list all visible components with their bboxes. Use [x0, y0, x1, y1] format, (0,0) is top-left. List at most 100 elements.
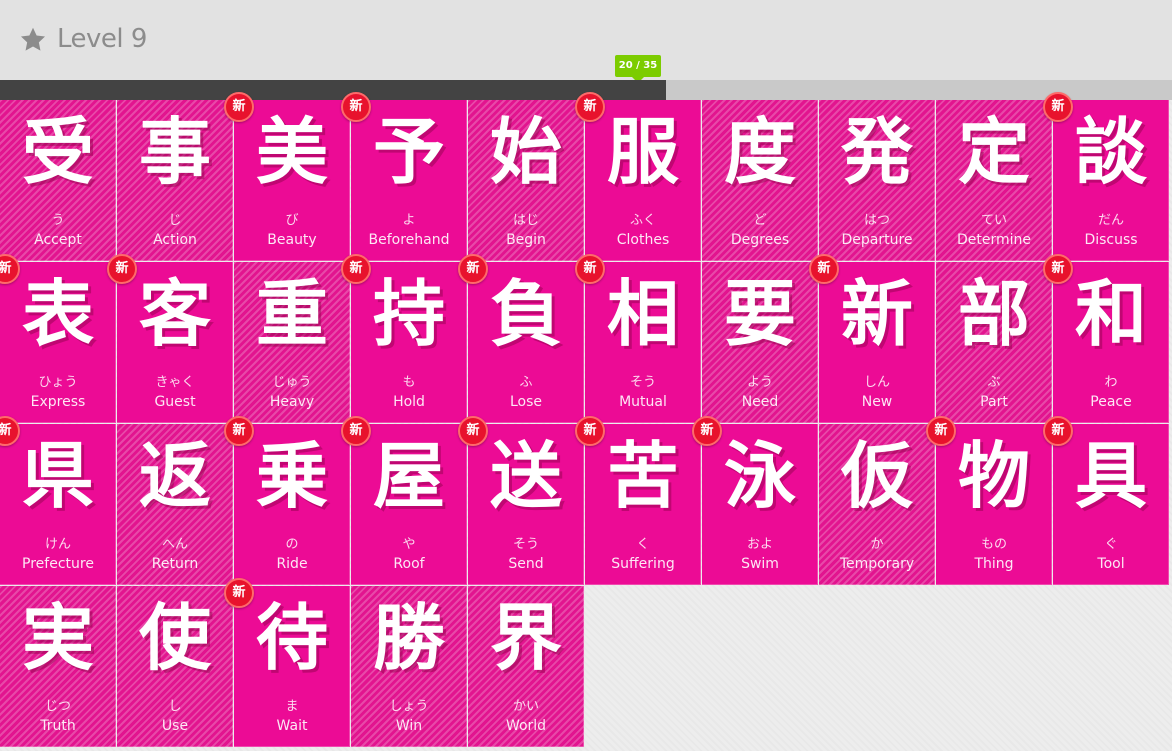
new-badge: 新	[224, 578, 254, 608]
kanji-meaning: Use	[161, 718, 189, 734]
kanji-tile[interactable]: 実じつ Truth	[0, 586, 116, 747]
new-badge: 新	[458, 254, 488, 284]
kanji-tile[interactable]: 服ふく Clothes 新	[575, 92, 701, 261]
kanji-meaning: Beforehand	[368, 232, 450, 248]
kanji-tile[interactable]: 新しん New 新	[809, 254, 935, 423]
kanji-character: 苦	[606, 434, 679, 518]
kanji-meaning: Begin	[506, 232, 546, 248]
kanji-tile[interactable]: 県けん Prefecture 新	[0, 416, 116, 585]
kanji-tile[interactable]: 和わ Peace 新	[1043, 254, 1169, 423]
kanji-character: 新	[840, 272, 913, 356]
kanji-meaning: Swim	[741, 556, 779, 572]
kanji-reading: ぶ	[987, 375, 1001, 390]
kanji-meaning: Peace	[1090, 394, 1132, 410]
kanji-character: 屋	[372, 434, 445, 518]
kanji-character: 乗	[255, 434, 328, 518]
kanji-tile[interactable]: 返へん Return	[117, 424, 233, 585]
kanji-meaning: Guest	[154, 394, 196, 410]
kanji-tile[interactable]: 乗の Ride 新	[224, 416, 350, 585]
new-badge: 新	[341, 254, 371, 284]
kanji-meaning: Express	[30, 394, 86, 410]
kanji-reading: の	[285, 537, 299, 552]
kanji-tile[interactable]: 客きゃく Guest 新	[107, 254, 233, 423]
kanji-meaning: Temporary	[839, 556, 915, 572]
new-badge: 新	[692, 416, 722, 446]
kanji-meaning: Heavy	[269, 394, 315, 410]
kanji-reading: しょう	[389, 699, 429, 714]
kanji-tile[interactable]: 予よ Beforehand 新	[341, 92, 467, 261]
kanji-character: 具	[1074, 434, 1147, 518]
star-icon[interactable]	[19, 26, 47, 54]
kanji-meaning: Send	[508, 556, 544, 572]
kanji-reading: じ	[168, 213, 182, 228]
kanji-character: 要	[723, 272, 796, 356]
kanji-tile[interactable]: 定てい Determine	[936, 100, 1052, 261]
kanji-tile[interactable]: 部ぶ Part	[936, 262, 1052, 423]
kanji-tile[interactable]: 負ふ Lose 新	[458, 254, 584, 423]
kanji-tile[interactable]: 送そう Send 新	[458, 416, 584, 585]
level-header: Level 9	[0, 0, 1172, 80]
kanji-tile[interactable]: 仮か Temporary	[819, 424, 935, 585]
kanji-reading: そう	[512, 537, 539, 552]
kanji-reading: そう	[629, 375, 656, 390]
kanji-tile[interactable]: 受う Accept	[0, 100, 116, 261]
kanji-character: 勝	[372, 596, 445, 680]
kanji-tile[interactable]: 屋や Roof 新	[341, 416, 467, 585]
kanji-tile[interactable]: 相そう Mutual 新	[575, 254, 701, 423]
kanji-character: 界	[489, 596, 562, 680]
kanji-tile[interactable]: 美び Beauty 新	[224, 92, 350, 261]
kanji-character: 待	[255, 596, 328, 680]
kanji-tile[interactable]: 度ど Degrees	[702, 100, 818, 261]
kanji-meaning: Degrees	[730, 232, 790, 248]
kanji-reading: けん	[44, 537, 71, 552]
kanji-tile[interactable]: 談だん Discuss 新	[1043, 92, 1169, 261]
kanji-reading: も	[402, 375, 416, 390]
kanji-character: 事	[138, 110, 211, 194]
kanji-tile[interactable]: 泳およ Swim 新	[692, 416, 818, 585]
kanji-reading: てい	[980, 213, 1007, 228]
kanji-tile[interactable]: 重じゅう Heavy	[234, 262, 350, 423]
new-badge: 新	[1043, 254, 1073, 284]
kanji-character: 泳	[723, 434, 796, 518]
kanji-reading: はつ	[863, 213, 890, 228]
kanji-tile[interactable]: 要よう Need	[702, 262, 818, 423]
kanji-character: 和	[1074, 272, 1147, 356]
kanji-character: 実	[21, 596, 94, 680]
kanji-meaning: Part	[980, 394, 1008, 410]
kanji-tile[interactable]: 待ま Wait 新	[224, 578, 350, 747]
kanji-meaning: Return	[151, 556, 199, 572]
kanji-tile[interactable]: 具ぐ Tool 新	[1043, 416, 1169, 585]
kanji-meaning: New	[861, 394, 893, 410]
new-badge: 新	[1043, 416, 1073, 446]
kanji-tile[interactable]: 界かい World	[468, 586, 584, 747]
kanji-tile[interactable]: 始はじ Begin	[468, 100, 584, 261]
kanji-tile[interactable]: 事じ Action	[117, 100, 233, 261]
kanji-character: 返	[138, 434, 211, 518]
kanji-character: 送	[489, 434, 562, 518]
kanji-character: 度	[723, 110, 796, 194]
kanji-tile[interactable]: 発はつ Departure	[819, 100, 935, 261]
kanji-reading: よ	[402, 213, 416, 228]
kanji-tile[interactable]: 物もの Thing 新	[926, 416, 1052, 585]
kanji-character: 談	[1074, 110, 1147, 194]
kanji-tile[interactable]: 使し Use	[117, 586, 233, 747]
new-badge: 新	[107, 254, 137, 284]
kanji-reading: ふ	[519, 375, 533, 390]
kanji-reading: う	[51, 213, 65, 228]
new-badge: 新	[575, 416, 605, 446]
kanji-character: 県	[21, 434, 94, 518]
kanji-tile[interactable]: 持も Hold 新	[341, 254, 467, 423]
new-badge: 新	[809, 254, 839, 284]
kanji-character: 物	[957, 434, 1030, 518]
kanji-meaning: Action	[153, 232, 197, 248]
kanji-meaning: Ride	[276, 556, 308, 572]
kanji-tile[interactable]: 表ひょう Express 新	[0, 254, 116, 423]
new-badge: 新	[575, 254, 605, 284]
kanji-reading: はじ	[512, 213, 539, 228]
kanji-reading: およ	[746, 537, 773, 552]
new-badge: 新	[1043, 92, 1073, 122]
kanji-tile[interactable]: 勝しょう Win	[351, 586, 467, 747]
kanji-meaning: Need	[741, 394, 779, 410]
kanji-tile[interactable]: 苦く Suffering 新	[575, 416, 701, 585]
kanji-reading: よう	[746, 375, 773, 390]
